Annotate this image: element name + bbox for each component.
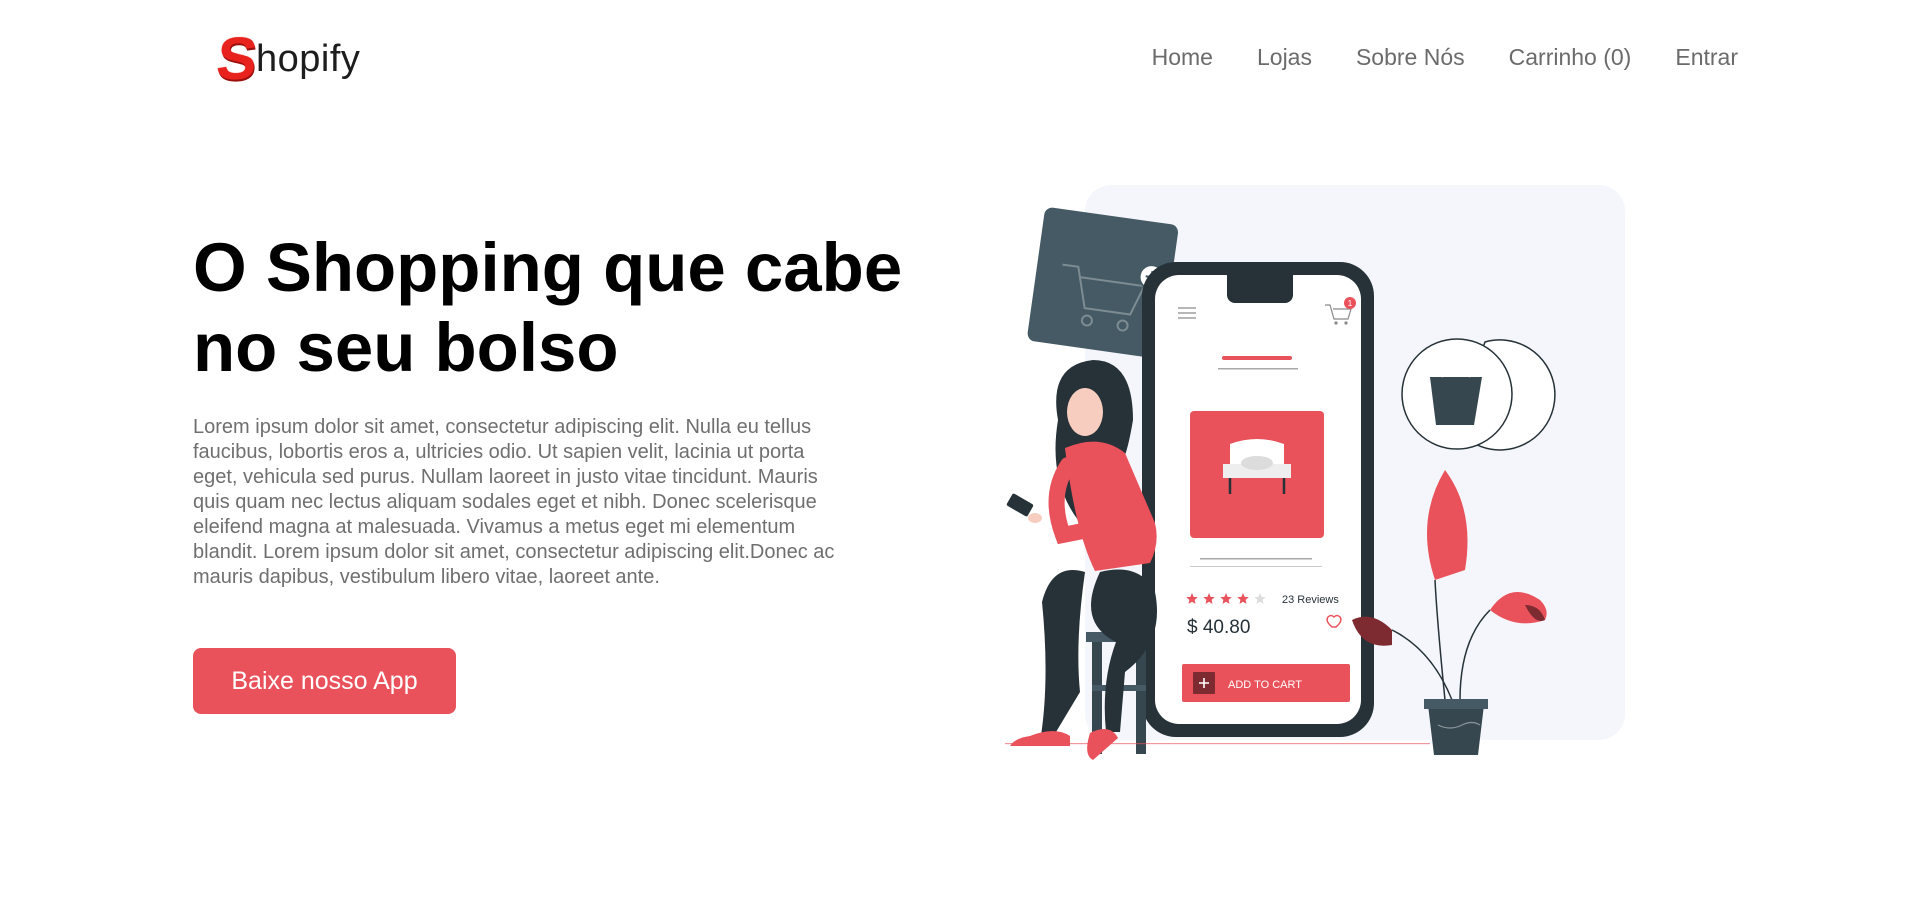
add-to-cart-button: ADD TO CART — [1182, 664, 1350, 702]
add-to-cart-label: ADD TO CART — [1228, 679, 1302, 691]
nav-sobre-nos[interactable]: Sobre Nós — [1356, 44, 1465, 71]
site-header: S hopify Home Lojas Sobre Nós Carrinho (… — [0, 0, 1920, 120]
cart-badge: 1 — [1348, 299, 1353, 308]
download-app-button[interactable]: Baixe nosso App — [193, 648, 456, 714]
brand-logo[interactable]: S hopify — [213, 25, 361, 92]
product-price: $ 40.80 — [1187, 617, 1250, 638]
hero-title: O Shopping que cabe no seu bolso — [193, 228, 953, 388]
hero-title-bold: O Shopping — [193, 229, 584, 306]
logo-mark: S — [213, 25, 261, 92]
hero-description: Lorem ipsum dolor sit amet, consectetur … — [193, 416, 835, 588]
reviews-count: 23 Reviews — [1282, 594, 1339, 606]
shopping-bag-bubble-icon — [1401, 338, 1556, 451]
nav-entrar[interactable]: Entrar — [1675, 44, 1738, 71]
shopping-illustration: 1 23 Reviews $ 40.80 ADD TO CART — [1005, 185, 1625, 760]
nav-carrinho[interactable]: Carrinho (0) — [1509, 44, 1632, 71]
main-nav: Home Lojas Sobre Nós Carrinho (0) Entrar — [1152, 44, 1738, 71]
logo-wordmark: hopify — [256, 37, 361, 80]
nav-home[interactable]: Home — [1152, 44, 1213, 71]
phone-mockup: 1 23 Reviews $ 40.80 ADD TO CART — [1142, 262, 1374, 737]
nav-lojas[interactable]: Lojas — [1257, 44, 1312, 71]
